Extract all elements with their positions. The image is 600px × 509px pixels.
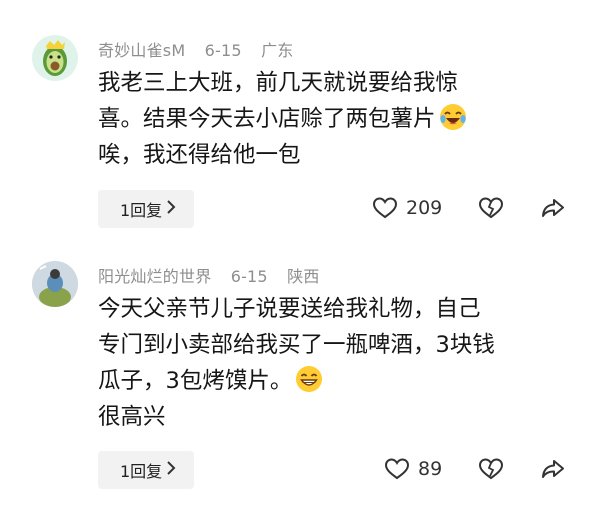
- comment-line: 专门到小卖部给我买了一瓶啤酒，3块钱: [98, 332, 495, 358]
- comment-line: 瓜子，3包烤馍片。: [98, 363, 558, 399]
- avatar[interactable]: [32, 35, 78, 81]
- comment-date: 6-15: [204, 41, 242, 60]
- username[interactable]: 阳光灿烂的世界: [98, 267, 211, 286]
- username[interactable]: 奇妙山雀sM: [98, 41, 185, 60]
- comment-item: 阳光灿烂的世界 6-15 陕西 今天父亲节儿子说要送给我礼物，自己 专门到小卖部…: [0, 250, 600, 509]
- share-button[interactable]: [540, 457, 566, 485]
- dislike-button[interactable]: [478, 196, 504, 224]
- like-button[interactable]: 89: [384, 457, 442, 481]
- like-button[interactable]: 209: [372, 196, 442, 220]
- like-count: 89: [418, 458, 443, 480]
- comment-line: 很高兴: [98, 404, 166, 430]
- comment-actions: 209: [0, 190, 600, 228]
- comment-location: 广东: [261, 41, 294, 60]
- share-button[interactable]: [540, 196, 566, 224]
- comment-line: 唉，我还得给他一包: [98, 142, 301, 168]
- comment-meta: 奇妙山雀sM 6-15 广东: [98, 37, 307, 61]
- broken-heart-icon: [478, 458, 504, 480]
- share-arrow-icon: [542, 460, 564, 478]
- comment-text: 我老三上大班，前几天就说要给我惊 喜。结果今天去小店赊了两包薯片 唉，我还得给他…: [98, 65, 558, 173]
- comment-location: 陕西: [287, 267, 320, 286]
- share-arrow-icon: [542, 199, 564, 217]
- heart-icon: [384, 458, 410, 480]
- grinning-emoji: [296, 366, 323, 392]
- comment-line: 我老三上大班，前几天就说要给我惊: [98, 70, 459, 96]
- comment-line: 今天父亲节儿子说要送给我礼物，自己: [98, 296, 481, 322]
- comment-actions: 89: [0, 451, 600, 489]
- like-count: 209: [406, 197, 443, 219]
- heart-icon: [372, 197, 398, 219]
- laughing-tears-emoji: [439, 104, 466, 130]
- broken-heart-icon: [478, 197, 504, 219]
- comment-meta: 阳光灿烂的世界 6-15 陕西: [98, 263, 334, 287]
- dislike-button[interactable]: [478, 457, 504, 485]
- comment-date: 6-15: [230, 267, 268, 286]
- comment-text: 今天父亲节儿子说要送给我礼物，自己 专门到小卖部给我买了一瓶啤酒，3块钱 瓜子，…: [98, 291, 558, 435]
- comment-line: 喜。结果今天去小店赊了两包薯片: [98, 101, 558, 137]
- comment-item: 奇妙山雀sM 6-15 广东 我老三上大班，前几天就说要给我惊 喜。结果今天去小…: [0, 0, 600, 250]
- avatar[interactable]: [32, 261, 78, 307]
